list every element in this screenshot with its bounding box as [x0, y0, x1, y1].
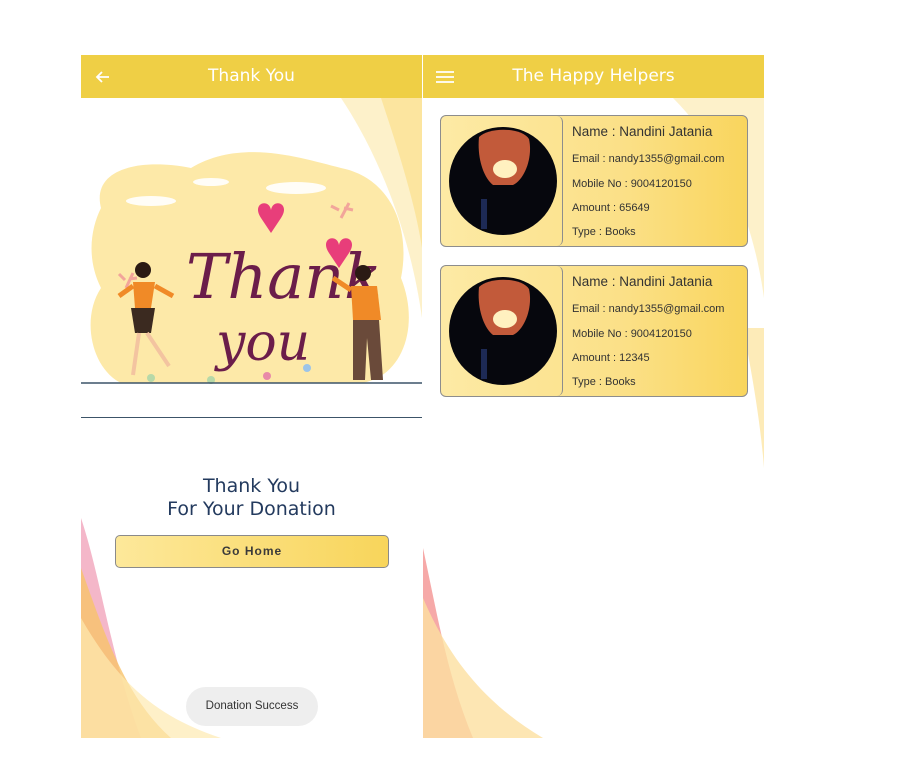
- thank-you-illustration: Thank you: [81, 152, 422, 384]
- helper-amount: Amount : 65649: [572, 202, 650, 214]
- helper-mobile: Mobile No : 9004120150: [572, 178, 692, 190]
- app-bar: The Happy Helpers: [423, 55, 764, 98]
- thank-you-line2: For Your Donation: [167, 498, 336, 520]
- page-title: Thank You: [208, 66, 295, 86]
- thank-you-screen: Thank You Thank you Thank You For Your D…: [81, 55, 422, 738]
- helper-card[interactable]: Name : Nandini Jatania Email : nandy1355…: [440, 265, 748, 397]
- helper-type: Type : Books: [572, 226, 636, 238]
- helper-amount: Amount : 12345: [572, 352, 650, 364]
- divider: [81, 417, 422, 418]
- helper-email: Email : nandy1355@gmail.com: [572, 303, 725, 315]
- happy-helpers-screen: The Happy Helpers Name : Nandini Jatania…: [423, 55, 764, 738]
- toast-message: Donation Success: [186, 687, 318, 726]
- go-home-button[interactable]: Go Home: [115, 535, 389, 568]
- helper-email: Email : nandy1355@gmail.com: [572, 153, 725, 165]
- thank-you-line1: Thank You: [202, 475, 301, 497]
- thank-you-message: Thank You For Your Donation: [81, 475, 422, 521]
- helper-name: Name : Nandini Jatania: [572, 274, 713, 289]
- photo-frame: [441, 116, 563, 246]
- profile-photo: [449, 277, 557, 385]
- app-bar: Thank You: [81, 55, 422, 98]
- helper-mobile: Mobile No : 9004120150: [572, 328, 692, 340]
- page-title: The Happy Helpers: [512, 66, 675, 86]
- profile-photo: [449, 127, 557, 235]
- helper-name: Name : Nandini Jatania: [572, 124, 713, 139]
- illustration-word-you: you: [214, 313, 310, 373]
- helper-type: Type : Books: [572, 376, 636, 388]
- photo-frame: [441, 266, 563, 396]
- helper-card[interactable]: Name : Nandini Jatania Email : nandy1355…: [440, 115, 748, 247]
